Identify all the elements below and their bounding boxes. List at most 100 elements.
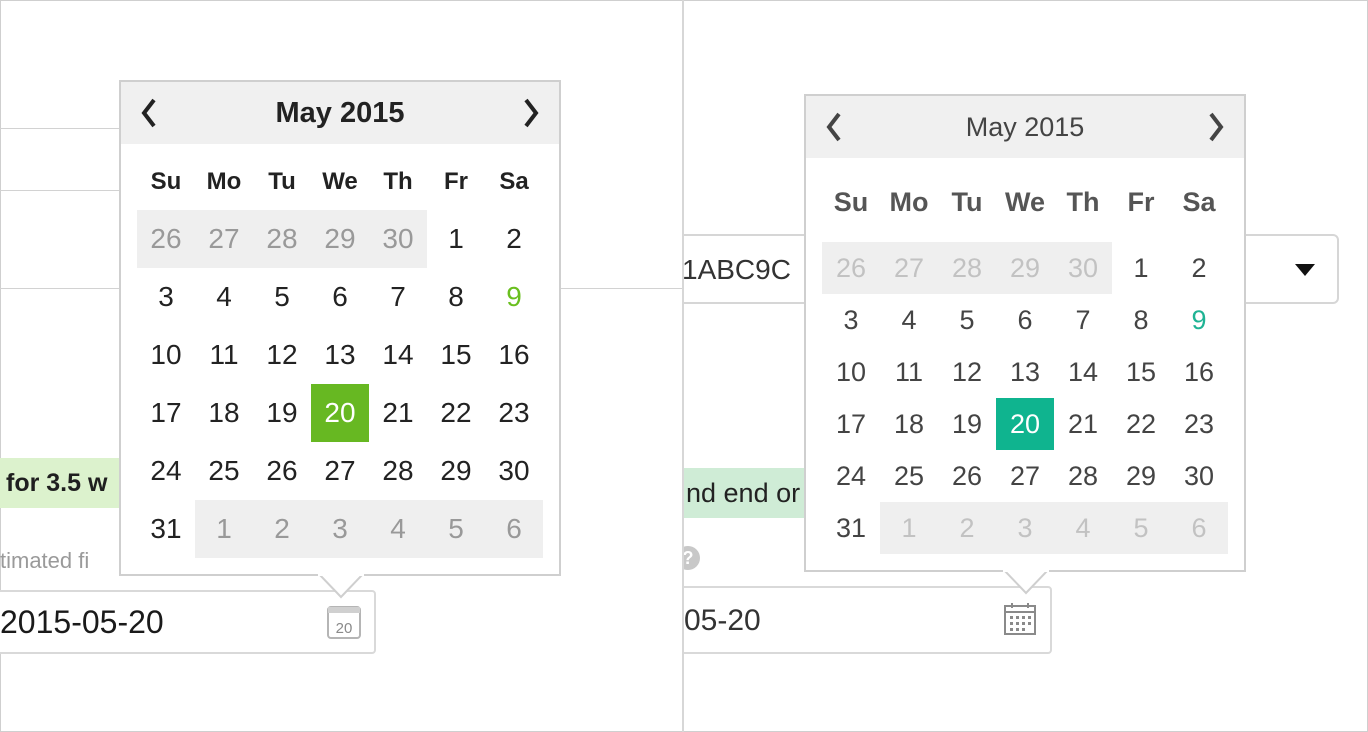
calendar-day-other-month[interactable]: 26 xyxy=(137,210,195,268)
next-month-button[interactable] xyxy=(1196,96,1236,158)
calendar-day[interactable]: 30 xyxy=(485,442,543,500)
calendar-day-other-month[interactable]: 30 xyxy=(369,210,427,268)
weekday-header: Fr xyxy=(1127,187,1155,217)
calendar-day-selected[interactable]: 20 xyxy=(311,384,369,442)
calendar-day-other-month[interactable]: 27 xyxy=(880,242,938,294)
calendar-day-other-month[interactable]: 4 xyxy=(369,500,427,558)
calendar-day[interactable]: 22 xyxy=(427,384,485,442)
month-title: May 2015 xyxy=(965,112,1085,142)
calendar-day[interactable]: 24 xyxy=(137,442,195,500)
calendar-day[interactable]: 8 xyxy=(427,268,485,326)
calendar-day-other-month[interactable]: 5 xyxy=(427,500,485,558)
calendar-day[interactable]: 3 xyxy=(822,294,880,346)
datepicker-popup: May 2015 Su Mo Tu We Th Fr Sa 26 27 28 29 30 1 2 3 4 5 6 7… xyxy=(119,80,561,576)
calendar-icon[interactable]: 20 xyxy=(326,604,362,640)
calendar-day[interactable]: 14 xyxy=(1054,346,1112,398)
calendar-day[interactable]: 29 xyxy=(1112,450,1170,502)
calendar-day[interactable]: 30 xyxy=(1170,450,1228,502)
calendar-day[interactable]: 11 xyxy=(195,326,253,384)
calendar-day-other-month[interactable]: 2 xyxy=(253,500,311,558)
calendar-day[interactable]: 6 xyxy=(311,268,369,326)
calendar-day-other-month[interactable]: 2 xyxy=(938,502,996,554)
calendar-day[interactable]: 22 xyxy=(1112,398,1170,450)
right-panel: 1ABC9C nd end or ? 05-20 Ma xyxy=(684,0,1368,732)
calendar-day[interactable]: 23 xyxy=(1170,398,1228,450)
calendar-day-other-month[interactable]: 30 xyxy=(1054,242,1112,294)
date-input[interactable]: 05-20 xyxy=(684,586,1052,654)
calendar-day[interactable]: 9 xyxy=(485,268,543,326)
weekday-header: Sa xyxy=(1182,187,1216,217)
calendar-day-other-month[interactable]: 5 xyxy=(1112,502,1170,554)
calendar-day[interactable]: 28 xyxy=(369,442,427,500)
calendar-day[interactable]: 21 xyxy=(369,384,427,442)
calendar-day-other-month[interactable]: 1 xyxy=(195,500,253,558)
calendar-day[interactable]: 25 xyxy=(880,450,938,502)
calendar-day[interactable]: 16 xyxy=(485,326,543,384)
weekday-header: Su xyxy=(833,187,869,217)
left-panel: for 3.5 w timated fi 2015-05-20 20 May 2… xyxy=(0,0,682,732)
calendar-day[interactable]: 28 xyxy=(1054,450,1112,502)
calendar-day[interactable]: 18 xyxy=(880,398,938,450)
calendar-day[interactable]: 23 xyxy=(485,384,543,442)
calendar-day[interactable]: 5 xyxy=(253,268,311,326)
calendar-day[interactable]: 6 xyxy=(996,294,1054,346)
calendar-day[interactable]: 31 xyxy=(822,502,880,554)
next-month-button[interactable] xyxy=(511,82,551,144)
calendar-day[interactable]: 4 xyxy=(195,268,253,326)
calendar-day[interactable]: 17 xyxy=(822,398,880,450)
calendar-day-other-month[interactable]: 3 xyxy=(311,500,369,558)
calendar-day[interactable]: 9 xyxy=(1170,294,1228,346)
calendar-day-other-month[interactable]: 1 xyxy=(880,502,938,554)
calendar-day[interactable]: 26 xyxy=(938,450,996,502)
calendar-day[interactable]: 3 xyxy=(137,268,195,326)
calendar-day[interactable]: 26 xyxy=(253,442,311,500)
calendar-day-other-month[interactable]: 3 xyxy=(996,502,1054,554)
calendar-day[interactable]: 7 xyxy=(1054,294,1112,346)
calendar-day-other-month[interactable]: 28 xyxy=(253,210,311,268)
calendar-day-other-month[interactable]: 27 xyxy=(195,210,253,268)
weekday-header: We xyxy=(322,168,358,195)
calendar-day-other-month[interactable]: 28 xyxy=(938,242,996,294)
calendar-day-other-month[interactable]: 6 xyxy=(1170,502,1228,554)
calendar-day[interactable]: 27 xyxy=(996,450,1054,502)
calendar-day[interactable]: 5 xyxy=(938,294,996,346)
calendar-day[interactable]: 13 xyxy=(996,346,1054,398)
calendar-day-other-month[interactable]: 26 xyxy=(822,242,880,294)
divider-line xyxy=(0,190,122,191)
divider-line xyxy=(0,128,122,129)
calendar-day[interactable]: 11 xyxy=(880,346,938,398)
calendar-day[interactable]: 18 xyxy=(195,384,253,442)
calendar-day[interactable]: 10 xyxy=(822,346,880,398)
calendar-day[interactable]: 24 xyxy=(822,450,880,502)
help-icon[interactable]: ? xyxy=(684,546,700,570)
calendar-day[interactable]: 1 xyxy=(1112,242,1170,294)
calendar-day-other-month[interactable]: 29 xyxy=(996,242,1054,294)
calendar-day[interactable]: 21 xyxy=(1054,398,1112,450)
calendar-day[interactable]: 13 xyxy=(311,326,369,384)
calendar-day-selected[interactable]: 20 xyxy=(996,398,1054,450)
calendar-day[interactable]: 1 xyxy=(427,210,485,268)
calendar-day[interactable]: 12 xyxy=(938,346,996,398)
calendar-day[interactable]: 16 xyxy=(1170,346,1228,398)
calendar-icon[interactable] xyxy=(1002,602,1038,638)
calendar-day[interactable]: 25 xyxy=(195,442,253,500)
calendar-day[interactable]: 12 xyxy=(253,326,311,384)
calendar-day[interactable]: 27 xyxy=(311,442,369,500)
calendar-day[interactable]: 4 xyxy=(880,294,938,346)
calendar-day[interactable]: 31 xyxy=(137,500,195,558)
calendar-day-other-month[interactable]: 4 xyxy=(1054,502,1112,554)
calendar-day-other-month[interactable]: 6 xyxy=(485,500,543,558)
calendar-day[interactable]: 15 xyxy=(1112,346,1170,398)
calendar-day[interactable]: 10 xyxy=(137,326,195,384)
calendar-day[interactable]: 17 xyxy=(137,384,195,442)
calendar-day[interactable]: 2 xyxy=(485,210,543,268)
calendar-day[interactable]: 2 xyxy=(1170,242,1228,294)
calendar-day[interactable]: 19 xyxy=(938,398,996,450)
calendar-day[interactable]: 19 xyxy=(253,384,311,442)
calendar-day[interactable]: 7 xyxy=(369,268,427,326)
calendar-day[interactable]: 15 xyxy=(427,326,485,384)
calendar-day-other-month[interactable]: 29 xyxy=(311,210,369,268)
calendar-day[interactable]: 8 xyxy=(1112,294,1170,346)
calendar-day[interactable]: 29 xyxy=(427,442,485,500)
calendar-day[interactable]: 14 xyxy=(369,326,427,384)
